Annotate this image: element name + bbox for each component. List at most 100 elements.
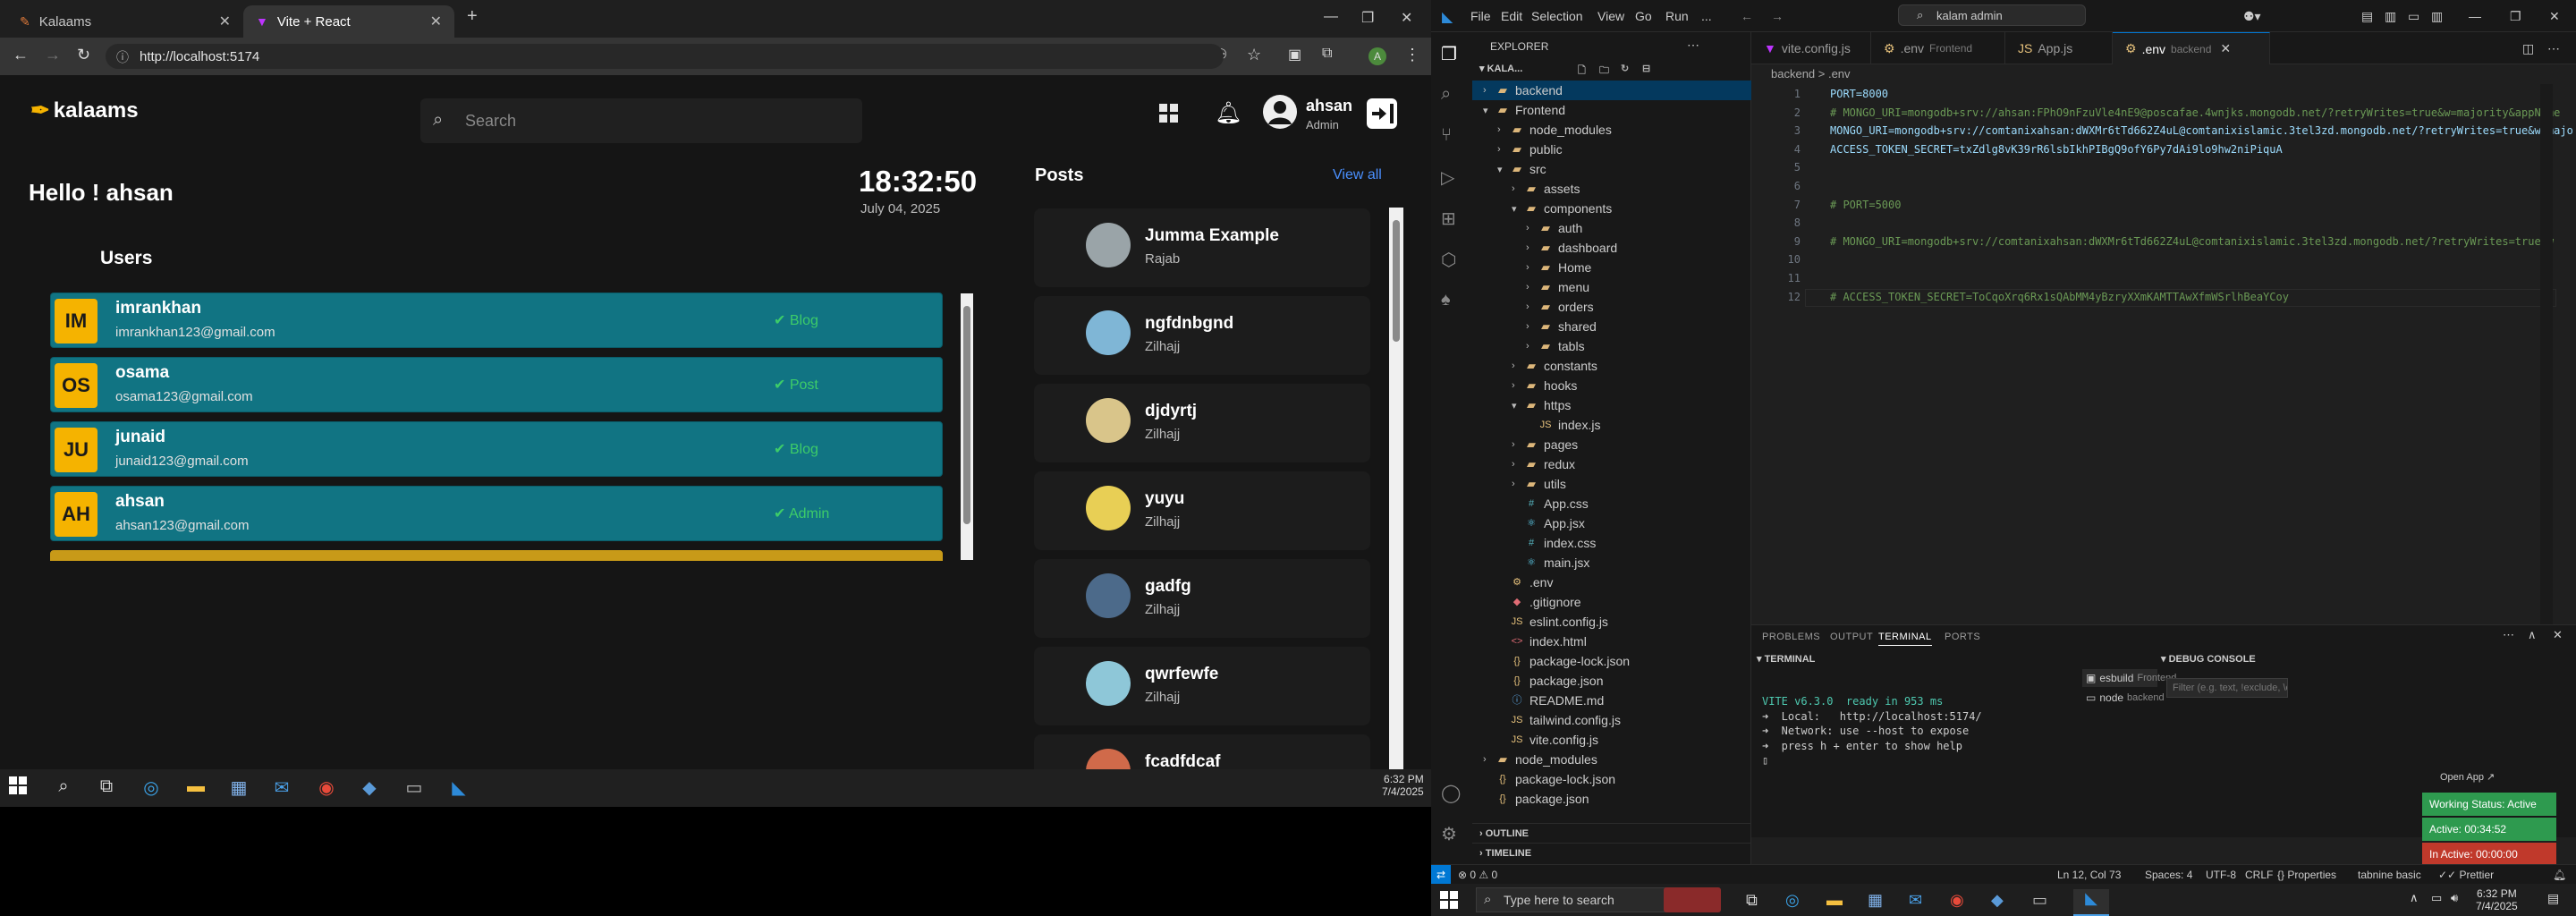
- tree-folder[interactable]: › ▰ auth: [1472, 218, 1751, 238]
- store-icon[interactable]: ▦: [1868, 891, 1883, 910]
- prettier-status[interactable]: ✓✓ Prettier: [2438, 869, 2494, 881]
- tree-folder[interactable]: › ▰ hooks: [1472, 376, 1751, 395]
- tree-file[interactable]: ⚛ main.jsx: [1472, 553, 1751, 572]
- terminal-icon[interactable]: ▭: [2032, 891, 2047, 910]
- windows-start-icon[interactable]: [9, 776, 32, 800]
- explorer-icon[interactable]: ❐: [1441, 43, 1462, 64]
- edge-icon[interactable]: ◎: [1785, 891, 1800, 910]
- reload-icon[interactable]: ↻: [77, 46, 90, 64]
- task-view-icon[interactable]: ⧉: [95, 776, 118, 800]
- copilot-icon[interactable]: ⚉▾: [2243, 9, 2261, 24]
- panel-tab-problems[interactable]: PROBLEMS: [1762, 632, 1820, 642]
- workspace-header[interactable]: ▾ KALA... 🗋︎ 🗀︎ ↻ ⊟: [1472, 63, 1751, 81]
- tree-folder[interactable]: › ▰ tabls: [1472, 336, 1751, 356]
- terminal-output[interactable]: VITE v6.3.0 ready in 953 ms ➜ Local: http…: [1762, 694, 1982, 768]
- taskbar-search-icon[interactable]: ⌕: [52, 776, 75, 800]
- tree-folder[interactable]: › ▰ backend: [1472, 81, 1751, 100]
- open-app-link[interactable]: Open App ↗: [2440, 771, 2495, 783]
- terminal-section-header[interactable]: ▾ TERMINAL: [1757, 653, 1815, 665]
- editor-tab[interactable]: JS App.js: [2005, 32, 2113, 64]
- tree-file[interactable]: {} package.json: [1472, 671, 1751, 691]
- post-card[interactable]: Jumma Example Rajab: [1034, 208, 1370, 287]
- scroll-thumb[interactable]: [1393, 220, 1400, 342]
- vscode-icon[interactable]: ◣: [447, 776, 470, 800]
- tree-file[interactable]: JS tailwind.config.js: [1472, 710, 1751, 730]
- users-scrollbar[interactable]: [961, 293, 973, 560]
- chrome-icon[interactable]: ◉: [1950, 891, 1964, 910]
- split-editor-icon[interactable]: ◫: [2522, 41, 2534, 56]
- extension-icon[interactable]: ▣: [1288, 46, 1301, 64]
- tabnine-status[interactable]: tabnine basic: [2358, 869, 2421, 881]
- user-row-partial[interactable]: [50, 550, 943, 561]
- maximize-icon[interactable]: ❐: [2510, 9, 2521, 24]
- browser-tab-vite-react[interactable]: ▼ Vite + React ✕: [243, 5, 454, 38]
- tree-folder[interactable]: › ▰ shared: [1472, 317, 1751, 336]
- command-center[interactable]: ⌕ kalam admin: [1898, 4, 2086, 26]
- source-control-icon[interactable]: ⑂: [1441, 125, 1462, 147]
- tree-folder[interactable]: › ▰ assets: [1472, 179, 1751, 199]
- layout-icon[interactable]: ▤: [2361, 9, 2373, 24]
- view-all-link[interactable]: View all: [1333, 167, 1382, 183]
- tabnine-icon[interactable]: ⬡: [1441, 249, 1462, 270]
- forward-icon[interactable]: →: [45, 46, 61, 64]
- file-explorer-icon[interactable]: ▬: [184, 776, 208, 800]
- tree-folder[interactable]: › ▰ redux: [1472, 454, 1751, 474]
- menu-file[interactable]: File: [1470, 9, 1491, 23]
- tree-file[interactable]: ⚛ App.jsx: [1472, 513, 1751, 533]
- post-card[interactable]: djdyrtj Zilhajj: [1034, 384, 1370, 462]
- post-card[interactable]: yuyu Zilhajj: [1034, 471, 1370, 550]
- line-ending[interactable]: CRLF: [2245, 869, 2273, 881]
- tree-folder[interactable]: › ▰ pages: [1472, 435, 1751, 454]
- logout-icon[interactable]: [1367, 98, 1397, 129]
- bell-notification-icon[interactable]: 🔔︎: [1215, 100, 1241, 126]
- tree-file[interactable]: ⓘ README.md: [1472, 691, 1751, 710]
- user-row[interactable]: OS osama osama123@gmail.com ✔ Post: [50, 357, 943, 412]
- menu-edit[interactable]: Edit: [1501, 9, 1522, 23]
- tree-file[interactable]: {} package-lock.json: [1472, 651, 1751, 671]
- terminal-instance-node[interactable]: ▭ node backend: [2082, 689, 2165, 707]
- panel-tab-ports[interactable]: PORTS: [1945, 632, 1980, 642]
- timeline-section[interactable]: › TIMELINE: [1472, 843, 1751, 862]
- tree-file[interactable]: {} package-lock.json: [1472, 769, 1751, 789]
- new-tab-icon[interactable]: +: [467, 6, 478, 27]
- tree-folder[interactable]: ▾ ▰ https: [1472, 395, 1751, 415]
- grid-apps-icon[interactable]: [1159, 104, 1179, 123]
- remote-icon[interactable]: ⇄: [1431, 865, 1451, 885]
- editor-tab[interactable]: ▼ vite.config.js: [1751, 32, 1871, 64]
- debug-filter-input[interactable]: Filter (e.g. text, !exclude, \escape): [2166, 678, 2288, 698]
- post-card[interactable]: fcadfdcaf: [1034, 734, 1370, 770]
- edge-icon[interactable]: ◎: [140, 776, 163, 800]
- task-view-icon[interactable]: ⧉: [1746, 891, 1758, 910]
- indentation[interactable]: Spaces: 4: [2145, 869, 2192, 881]
- site-info-icon[interactable]: ⓘ: [116, 48, 129, 66]
- chrome-icon[interactable]: ◉: [315, 776, 338, 800]
- menu-run[interactable]: Run: [1665, 9, 1689, 23]
- toggle-panel-icon[interactable]: ▭: [2408, 9, 2419, 24]
- address-bar[interactable]: ⓘ http://localhost:5174: [106, 44, 1224, 69]
- user-avatar-icon[interactable]: [1263, 95, 1297, 129]
- toggle-sidebar-icon[interactable]: ▥: [2385, 9, 2396, 24]
- panel-tab-terminal[interactable]: TERMINAL: [1878, 632, 1932, 646]
- taskbar-clock[interactable]: 6:32 PM 7/4/2025: [2476, 887, 2518, 912]
- tree-file[interactable]: {} package.json: [1472, 789, 1751, 809]
- tree-file[interactable]: # App.css: [1472, 494, 1751, 513]
- tree-folder[interactable]: ▾ ▰ Frontend: [1472, 100, 1751, 120]
- panel-more-icon[interactable]: ⋯: [2503, 628, 2514, 642]
- volume-icon[interactable]: 🔊︎: [2451, 891, 2458, 905]
- user-row[interactable]: IM imrankhan imrankhan123@gmail.com ✔ Bl…: [50, 293, 943, 348]
- tree-folder[interactable]: › ▰ dashboard: [1472, 238, 1751, 258]
- close-tab-icon[interactable]: ✕: [2220, 41, 2231, 56]
- tree-folder[interactable]: › ▰ node_modules: [1472, 750, 1751, 769]
- tree-folder[interactable]: › ▰ public: [1472, 140, 1751, 159]
- puzzle-icon[interactable]: ⧉: [1322, 46, 1332, 62]
- profile-avatar-icon[interactable]: A: [1368, 47, 1386, 65]
- tree-folder[interactable]: › ▰ constants: [1472, 356, 1751, 376]
- user-row[interactable]: JU junaid junaid123@gmail.com ✔ Blog: [50, 421, 943, 477]
- tree-folder[interactable]: ▾ ▰ components: [1472, 199, 1751, 218]
- tree-folder[interactable]: › ▰ utils: [1472, 474, 1751, 494]
- store-icon[interactable]: ▦: [227, 776, 250, 800]
- outline-section[interactable]: › OUTLINE: [1472, 823, 1751, 843]
- mongodb-leaf-icon[interactable]: ♠: [1441, 290, 1462, 311]
- editor-tab-active[interactable]: ⚙ .env backend ✕: [2113, 32, 2270, 64]
- bookmark-star-icon[interactable]: ☆: [1247, 46, 1261, 64]
